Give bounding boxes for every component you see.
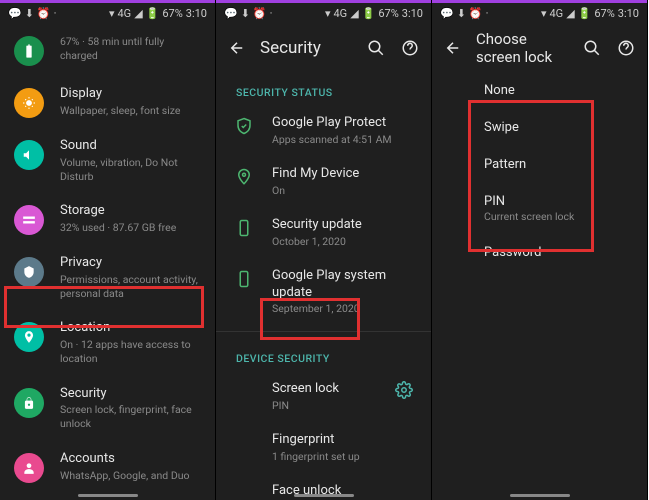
section-device: DEVICE SECURITY	[216, 338, 431, 371]
location-icon	[14, 322, 44, 352]
status-bar: 💬⬇⏰· ▾4G◢🔋67%3:10	[216, 0, 431, 24]
fingerprint-row[interactable]: Fingerprint1 fingerprint set up	[216, 422, 431, 473]
storage-icon	[14, 205, 44, 235]
sound-row[interactable]: SoundVolume, vibration, Do Not Disturb	[0, 128, 215, 193]
play-protect-row[interactable]: Google Play ProtectApps scanned at 4:51 …	[216, 105, 431, 156]
search-icon[interactable]	[367, 39, 385, 57]
settings-list[interactable]: 67% · 58 min until fully charged Display…	[0, 24, 215, 500]
battery-icon: 🔋	[146, 7, 160, 20]
net-label: 4G	[118, 7, 132, 20]
sound-icon	[14, 140, 44, 170]
search-icon[interactable]	[583, 39, 601, 57]
security-icon	[14, 388, 44, 418]
lock-swipe[interactable]: Swipe	[432, 109, 647, 146]
display-icon	[14, 88, 44, 118]
help-icon[interactable]	[617, 39, 635, 57]
nav-pill[interactable]	[294, 494, 354, 497]
nav-pill[interactable]	[510, 494, 570, 497]
security-row[interactable]: SecurityScreen lock, fingerprint, face u…	[0, 376, 215, 441]
page-title: Security	[260, 38, 353, 58]
screen-settings: 💬 ⬇ ⏰ · ▾ 4G ◢ 🔋 67% 3:10 67% · 58 min u…	[0, 0, 216, 500]
screen-choose-lock: 💬⬇⏰· ▾4G◢🔋67%3:10 Choose screen lock Non…	[432, 0, 648, 500]
clock: 3:10	[186, 7, 207, 20]
battery-icon	[14, 36, 44, 66]
phone-icon	[234, 270, 254, 288]
back-icon[interactable]	[444, 39, 462, 57]
security-list[interactable]: SECURITY STATUS Google Play ProtectApps …	[216, 72, 431, 500]
chat-icon: 💬	[8, 7, 22, 20]
privacy-icon	[14, 257, 44, 287]
app-bar: Choose screen lock	[432, 24, 647, 72]
help-icon[interactable]	[401, 39, 419, 57]
signal-icon: ◢	[134, 7, 142, 20]
alarm-icon: ⏰	[37, 7, 51, 20]
storage-row[interactable]: Storage32% used · 87.67 GB free	[0, 193, 215, 245]
privacy-row[interactable]: PrivacyPermissions, account activity, pe…	[0, 245, 215, 310]
wifi-icon: ▾	[109, 7, 115, 20]
lock-password[interactable]: Password	[432, 234, 647, 271]
play-update-row[interactable]: Google Play system updateSeptember 1, 20…	[216, 258, 431, 326]
shield-check-icon	[234, 117, 254, 135]
display-row[interactable]: DisplayWallpaper, sleep, font size	[0, 76, 215, 128]
pin-icon	[234, 168, 254, 186]
security-update-row[interactable]: Security updateOctober 1, 2020	[216, 207, 431, 258]
status-bar: 💬 ⬇ ⏰ · ▾ 4G ◢ 🔋 67% 3:10	[0, 0, 215, 24]
battery-sub: 67% · 58 min until fully charged	[60, 35, 201, 62]
nav-pill[interactable]	[78, 494, 138, 497]
app-bar: Security	[216, 24, 431, 72]
lock-pattern[interactable]: Pattern	[432, 146, 647, 183]
screen-security: 💬⬇⏰· ▾4G◢🔋67%3:10 Security SECURITY STAT…	[216, 0, 432, 500]
page-title: Choose screen lock	[476, 30, 569, 66]
gear-icon[interactable]	[395, 381, 413, 399]
phone-icon	[234, 219, 254, 237]
lock-none[interactable]: None	[432, 72, 647, 109]
download-icon: ⬇	[25, 7, 34, 20]
location-row[interactable]: LocationOn · 12 apps have access to loca…	[0, 310, 215, 375]
lock-pin[interactable]: PINCurrent screen lock	[432, 183, 647, 234]
section-status: SECURITY STATUS	[216, 72, 431, 105]
find-device-row[interactable]: Find My DeviceOn	[216, 156, 431, 207]
status-bar: 💬⬇⏰· ▾4G◢🔋67%3:10	[432, 0, 647, 24]
dot-icon: ·	[54, 7, 57, 20]
lock-list[interactable]: None Swipe Pattern PINCurrent screen loc…	[432, 72, 647, 500]
accounts-row[interactable]: AccountsWhatsApp, Google, and Duo	[0, 441, 215, 493]
divider	[216, 331, 431, 332]
back-icon[interactable]	[228, 39, 246, 57]
screen-lock-row[interactable]: Screen lockPIN	[216, 371, 431, 422]
battery-row[interactable]: 67% · 58 min until fully charged	[0, 24, 215, 76]
accounts-icon	[14, 453, 44, 483]
battery-pct: 67%	[162, 7, 182, 20]
